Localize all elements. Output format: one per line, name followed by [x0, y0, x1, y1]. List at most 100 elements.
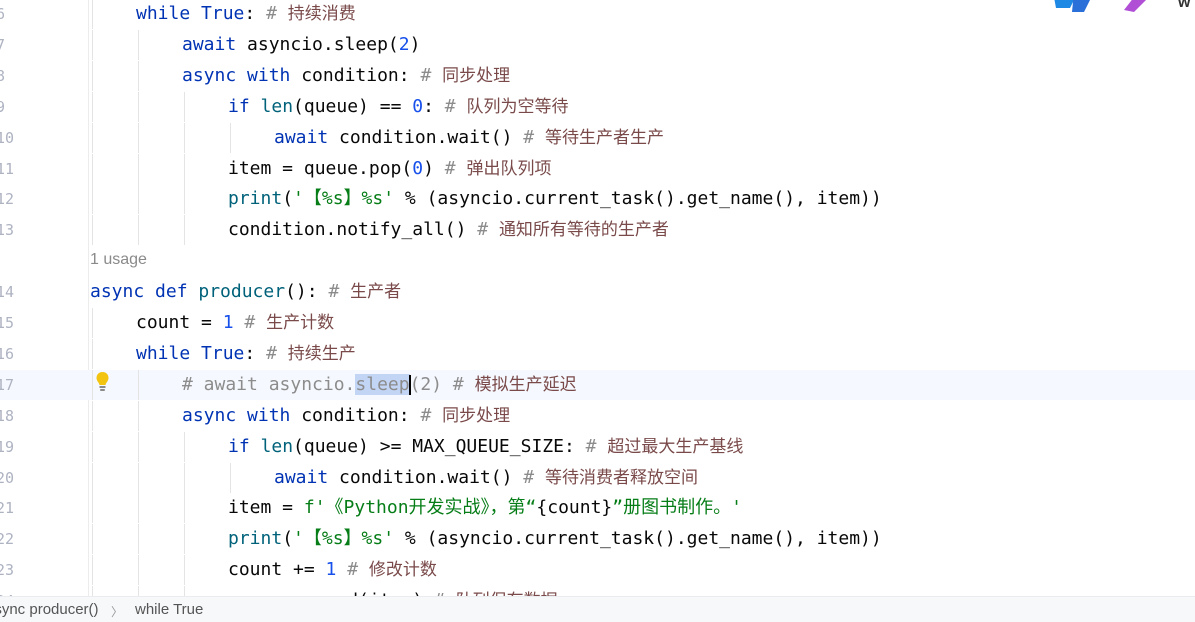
line-number[interactable]: 18 — [0, 401, 14, 431]
code-token: {count} — [536, 497, 613, 519]
code-text[interactable]: async with condition: # 同步处理 — [182, 401, 510, 431]
line-number[interactable]: 16 — [0, 339, 14, 369]
indent-guide — [92, 122, 93, 153]
indent-guide — [92, 29, 93, 60]
usage-hint[interactable]: 1 usage — [90, 247, 147, 273]
code-line[interactable]: 7 await asyncio.sleep(2) — [0, 29, 1195, 60]
code-line[interactable]: 20 await condition.wait() # 等待消费者释放空间 — [0, 462, 1195, 493]
line-number[interactable]: 22 — [0, 524, 14, 554]
code-text[interactable]: while True: # 持续消费 — [136, 0, 356, 29]
code-line[interactable]: 8 async with condition: # 同步处理 — [0, 60, 1195, 91]
code-token: # — [420, 404, 443, 426]
indent-guide — [138, 555, 139, 586]
line-number[interactable]: 17 — [0, 370, 14, 400]
code-token: True — [201, 3, 245, 24]
line-number[interactable]: 13 — [0, 215, 14, 245]
code-text[interactable]: async def producer(): # 生产者 — [90, 277, 401, 307]
line-number[interactable]: 10 — [0, 123, 14, 153]
code-token: count = — [136, 312, 223, 333]
line-number[interactable]: 19 — [0, 432, 14, 462]
indent-guide — [92, 60, 93, 91]
code-text[interactable]: item = queue.pop(0) # 弹出队列项 — [228, 154, 551, 184]
code-text[interactable]: await condition.wait() # 等待生产者生产 — [274, 123, 664, 153]
code-token: # — [585, 435, 608, 457]
code-text[interactable]: condition.notify_all() # 通知所有等待的生产者 — [228, 215, 669, 245]
line-number[interactable]: 21 — [0, 493, 14, 523]
code-editor[interactable]: 6 while True: # 持续消费 7 await asyncio.sleep(… — [0, 0, 1195, 596]
code-token: condition.notify_all() — [228, 219, 478, 241]
code-text[interactable]: print('【%s】%s' % (asyncio.current_task()… — [228, 524, 882, 554]
line-number[interactable]: 23 — [0, 555, 14, 585]
code-token: 修改计数 — [368, 560, 437, 581]
code-line[interactable]: 19 if len(queue) >= MAX_QUEUE_SIZE: # 超过最… — [0, 431, 1195, 462]
code-line[interactable]: 16 while True: # 持续生产 — [0, 338, 1195, 369]
code-line[interactable]: 6 while True: # 持续消费 — [0, 0, 1195, 29]
code-line[interactable]: 10 await condition.wait() # 等待生产者生产 — [0, 122, 1195, 153]
code-line[interactable]: 23 count += 1 # 修改计数 — [0, 555, 1195, 586]
line-number[interactable]: 24 — [0, 586, 14, 596]
breadcrumb-item-function[interactable]: async producer() — [0, 601, 99, 618]
code-token: # await asyncio. — [182, 373, 356, 395]
code-token: if — [228, 95, 261, 117]
code-text[interactable]: async with condition: # 同步处理 — [182, 61, 510, 91]
line-number[interactable]: 11 — [0, 154, 14, 184]
indent-guide — [138, 184, 139, 215]
line-number[interactable]: 7 — [0, 30, 5, 60]
code-line[interactable]: 13 condition.notify_all() # 通知所有等待的生产者 — [0, 215, 1195, 246]
indent-guide — [92, 184, 93, 215]
line-number[interactable]: 8 — [0, 61, 5, 91]
code-text[interactable]: item = f'《Python开发实战》，第“{count}”册图书制作。' — [228, 493, 742, 523]
line-number[interactable]: 9 — [0, 92, 5, 122]
lightbulb-icon[interactable] — [95, 371, 110, 393]
indent-guide — [184, 215, 185, 246]
code-text[interactable]: if len(queue) >= MAX_QUEUE_SIZE: # 超过最大生… — [228, 432, 743, 462]
code-line[interactable]: 15 count = 1 # 生产计数 — [0, 308, 1195, 338]
code-token: print — [228, 528, 283, 550]
code-line[interactable]: 9 if len(queue) == 0: # 队列为空等待 — [0, 91, 1195, 122]
code-token: 等待消费者释放空间 — [544, 467, 698, 488]
code-token: # — [444, 157, 467, 179]
code-text[interactable]: while True: # 持续生产 — [136, 339, 356, 369]
code-line[interactable]: 14 async def producer(): # 生产者 — [0, 277, 1195, 307]
code-line[interactable]: 18 async with condition: # 同步处理 — [0, 400, 1195, 431]
code-text[interactable]: count += 1 # 修改计数 — [228, 555, 437, 585]
code-token: while — [136, 3, 202, 24]
code-token: 0 — [412, 157, 424, 179]
code-token: condition: — [301, 64, 421, 86]
line-number[interactable]: 12 — [0, 184, 14, 214]
code-text[interactable]: print('【%s】%s' % (asyncio.current_task()… — [228, 184, 882, 214]
code-text[interactable]: await condition.wait() # 等待消费者释放空间 — [274, 463, 698, 493]
code-token: (queue) == — [293, 95, 413, 117]
code-line[interactable]: 21 item = f'《Python开发实战》，第“{count}”册图书制作。… — [0, 493, 1195, 524]
line-number[interactable]: 6 — [0, 0, 5, 29]
code-text[interactable]: await asyncio.sleep(2) — [182, 30, 420, 60]
indent-guide — [184, 586, 185, 596]
code-line[interactable]: 12 print('【%s】%s' % (asyncio.current_task… — [0, 184, 1195, 215]
code-token: (queue) >= MAX_QUEUE_SIZE: — [293, 435, 586, 457]
code-token: item = queue.pop( — [228, 157, 413, 179]
code-token: 1 — [325, 559, 337, 581]
code-line[interactable]: 24 queue.append(item) # 队列保存数据 — [0, 586, 1195, 596]
breadcrumb-item-block[interactable]: while True — [135, 601, 203, 618]
code-text[interactable]: queue.append(item) # 队列保存数据 — [228, 586, 558, 596]
indent-guide — [92, 400, 93, 431]
indent-guide — [230, 122, 231, 153]
code-text[interactable]: # await asyncio.sleep(2) # 模拟生产延迟 — [182, 370, 577, 400]
line-number[interactable]: 15 — [0, 308, 14, 338]
line-number[interactable]: 14 — [0, 277, 14, 307]
code-text[interactable]: if len(queue) == 0: # 队列为空等待 — [228, 92, 568, 122]
code-token: # — [266, 342, 288, 364]
code-token: async with — [182, 64, 302, 86]
line-number[interactable]: 20 — [0, 463, 14, 493]
code-token: True — [201, 342, 245, 364]
code-token: % (asyncio.current_task().get_name(), it… — [394, 528, 882, 550]
indent-guide — [184, 122, 185, 153]
code-token: (2) # — [409, 373, 475, 395]
code-text[interactable]: count = 1 # 生产计数 — [136, 308, 334, 338]
code-line[interactable]: 22 print('【%s】%s' % (asyncio.current_task… — [0, 524, 1195, 555]
code-token: len — [260, 95, 294, 117]
code-token: while — [136, 342, 202, 364]
code-line[interactable]: 11 item = queue.pop(0) # 弹出队列项 — [0, 153, 1195, 184]
code-line[interactable]: 17 # await asyncio.sleep(2) # 模拟生产延迟 — [0, 369, 1195, 400]
